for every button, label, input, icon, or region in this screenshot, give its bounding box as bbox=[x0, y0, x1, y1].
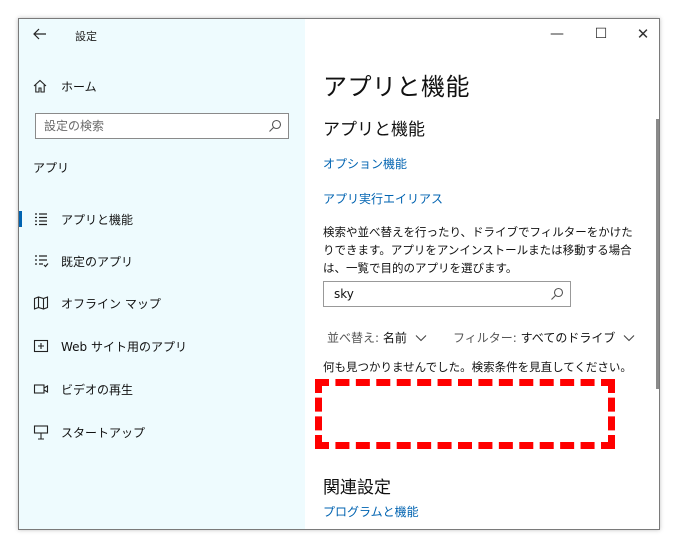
minimize-button[interactable]: — bbox=[547, 25, 567, 43]
chevron-down-icon bbox=[623, 335, 635, 342]
app-search-box bbox=[323, 281, 571, 307]
sidebar-item-default-apps[interactable]: 既定のアプリ bbox=[19, 245, 305, 277]
filter-label: フィルター: bbox=[453, 331, 517, 345]
optional-features-link[interactable]: オプション機能 bbox=[323, 155, 407, 172]
sidebar-item-label: スタートアップ bbox=[61, 425, 146, 440]
sidebar-item-startup[interactable]: スタートアップ bbox=[19, 416, 305, 448]
search-icon[interactable] bbox=[268, 119, 282, 133]
sidebar-item-web-apps[interactable]: Web サイト用のアプリ bbox=[19, 330, 305, 362]
video-icon bbox=[33, 384, 49, 394]
sidebar-item-label: ビデオの再生 bbox=[61, 382, 134, 397]
main-content: — ☐ ✕ アプリと機能 アプリと機能 オプション機能 アプリ実行エイリアス 検… bbox=[305, 19, 659, 529]
home-icon bbox=[33, 79, 47, 93]
settings-search-box bbox=[35, 113, 289, 139]
chevron-down-icon bbox=[415, 335, 427, 342]
sidebar-item-label: Web サイト用のアプリ bbox=[61, 339, 187, 354]
close-button[interactable]: ✕ bbox=[633, 25, 653, 43]
scrollbar[interactable] bbox=[656, 119, 659, 389]
sidebar-item-home[interactable]: ホーム bbox=[33, 75, 97, 97]
settings-search-input[interactable] bbox=[36, 114, 264, 138]
no-results-message: 何も見つかりませんでした。検索条件を見直してください。 bbox=[323, 360, 632, 374]
search-icon[interactable] bbox=[550, 287, 564, 301]
sidebar-item-label: オフライン マップ bbox=[61, 296, 161, 311]
sidebar-item-offline-maps[interactable]: オフライン マップ bbox=[19, 287, 305, 319]
list-icon bbox=[35, 213, 47, 226]
programs-features-link[interactable]: プログラムと機能 bbox=[323, 503, 419, 520]
selected-indicator bbox=[19, 211, 22, 227]
sidebar: 設定 ホーム アプリ アプリと機能 bbox=[19, 19, 305, 529]
home-label: ホーム bbox=[61, 79, 97, 94]
related-settings-title: 関連設定 bbox=[323, 478, 391, 498]
sort-label: 並べ替え: bbox=[327, 331, 380, 345]
app-search-input[interactable] bbox=[324, 282, 544, 306]
window-title: 設定 bbox=[75, 30, 97, 43]
back-button[interactable] bbox=[33, 27, 53, 43]
sidebar-item-apps-features[interactable]: アプリと機能 bbox=[19, 203, 305, 235]
settings-window: 設定 ホーム アプリ アプリと機能 bbox=[18, 18, 660, 530]
filter-dropdown[interactable]: フィルター: すべてのドライブ bbox=[453, 329, 635, 346]
sidebar-item-label: アプリと機能 bbox=[61, 212, 134, 227]
filter-value: すべてのドライブ bbox=[520, 331, 616, 345]
map-icon bbox=[33, 296, 49, 310]
sort-value: 名前 bbox=[382, 331, 407, 345]
section-title: アプリと機能 bbox=[323, 120, 425, 140]
description-text: 検索や並べ替えを行ったり、ドライブでフィルターをかけたりできます。アプリをアンイ… bbox=[323, 225, 633, 275]
page-title: アプリと機能 bbox=[323, 73, 470, 101]
web-app-icon bbox=[33, 339, 49, 353]
list-check-icon bbox=[35, 255, 49, 268]
sort-dropdown[interactable]: 並べ替え: 名前 bbox=[327, 329, 427, 346]
arrow-left-icon bbox=[33, 28, 46, 40]
sidebar-section-label: アプリ bbox=[33, 161, 70, 175]
app-execution-alias-link[interactable]: アプリ実行エイリアス bbox=[323, 190, 443, 207]
maximize-button[interactable]: ☐ bbox=[591, 25, 611, 43]
sidebar-item-label: 既定のアプリ bbox=[61, 254, 134, 269]
annotation-highlight-box bbox=[315, 379, 615, 449]
startup-icon bbox=[33, 425, 49, 440]
sidebar-item-video-playback[interactable]: ビデオの再生 bbox=[19, 373, 305, 405]
